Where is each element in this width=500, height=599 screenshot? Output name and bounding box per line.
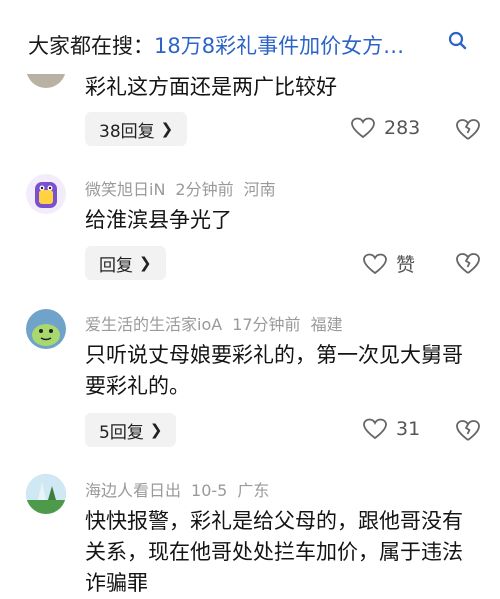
- comment-text: 快快报警，彩礼是给父母的，跟他哥没有关系，现在他哥处处拦车加价，属于违法诈骗罪: [85, 509, 463, 595]
- avatar-cartoon-icon: [32, 324, 60, 346]
- author-name[interactable]: 爱生活的生活家ioA: [85, 315, 222, 334]
- broken-heart-icon[interactable]: [455, 417, 481, 443]
- comment-text: 彩礼这方面还是两广比较好: [85, 75, 337, 99]
- search-icon[interactable]: [447, 30, 469, 52]
- comment-text: 只听说丈母娘要彩礼的，第一次见大舅哥要彩礼的。: [85, 343, 463, 398]
- heart-icon: [363, 418, 387, 440]
- like-count: 赞: [396, 254, 416, 276]
- comment-location: 福建: [310, 315, 343, 334]
- avatar-landscape-icon: [26, 474, 66, 514]
- broken-heart-icon[interactable]: [455, 116, 481, 142]
- broken-heart-icon[interactable]: [455, 250, 481, 276]
- heart-icon: [363, 253, 387, 274]
- comment-meta: 微笑旭日iN 2分钟前 河南: [85, 176, 286, 200]
- like-button[interactable]: 283: [350, 116, 420, 140]
- chevron-right-icon: ❯: [139, 254, 152, 272]
- chevron-right-icon: ❯: [149, 421, 163, 439]
- search-prefix: 大家都在搜：: [28, 34, 154, 58]
- avatar[interactable]: [26, 309, 66, 349]
- like-button[interactable]: 赞: [362, 250, 415, 277]
- reply-label: 5回复: [99, 422, 144, 443]
- avatar[interactable]: [26, 474, 66, 514]
- reply-button[interactable]: 5回复 ❯: [85, 413, 177, 447]
- search-suggestion[interactable]: 大家都在搜：18万8彩礼事件加价女方…: [28, 30, 448, 60]
- like-count: 283: [384, 117, 421, 139]
- chevron-right-icon: ❯: [160, 120, 174, 138]
- comment-text: 给淮滨县争光了: [85, 208, 232, 232]
- avatar[interactable]: [26, 174, 66, 214]
- author-name[interactable]: 海边人看日出: [85, 481, 181, 500]
- avatar-cartoon-icon: [35, 182, 57, 208]
- like-count: 31: [396, 418, 421, 440]
- author-name[interactable]: 微笑旭日iN: [85, 180, 165, 199]
- search-query-link[interactable]: 18万8彩礼事件加价女方…: [154, 34, 404, 58]
- comment-meta: 爱生活的生活家ioA 17分钟前 福建: [85, 311, 353, 335]
- search-bar[interactable]: 大家都在搜：18万8彩礼事件加价女方…: [0, 0, 500, 74]
- comment-time: 17分钟前: [232, 315, 301, 334]
- comment-meta: 海边人看日出 10-5 广东: [85, 477, 279, 501]
- comment-location: 广东: [237, 481, 270, 500]
- comment-location: 河南: [243, 180, 276, 199]
- reply-button[interactable]: 回复 ❯: [85, 246, 166, 280]
- reply-label: 回复: [99, 255, 133, 276]
- like-button[interactable]: 31: [362, 417, 420, 441]
- reply-button[interactable]: 38回复 ❯: [85, 112, 188, 146]
- reply-label: 38回复: [99, 121, 155, 142]
- heart-icon: [351, 117, 375, 139]
- comment-time: 2分钟前: [175, 180, 234, 199]
- comment-time: 10-5: [191, 481, 228, 500]
